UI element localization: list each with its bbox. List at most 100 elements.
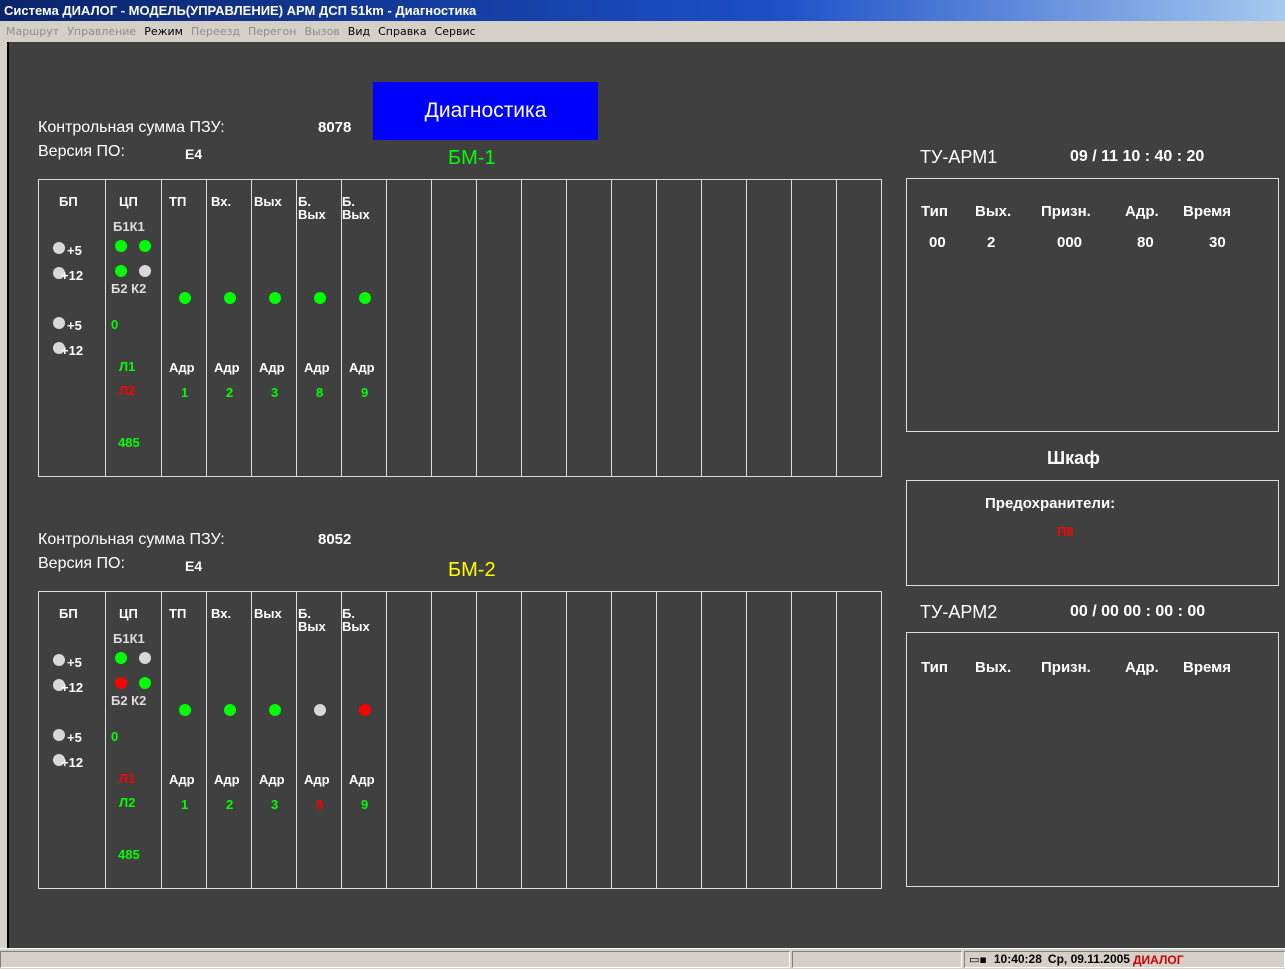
bm2-module-dot-4: [359, 704, 371, 716]
bm1-power-dot-0: [53, 242, 65, 254]
bm2-version-label: Версия ПО:: [38, 555, 125, 572]
bm1-cp-dot-3: [139, 265, 151, 277]
menu-bar: Маршрут Управление Режим Переезд Перегон Вызо…: [0, 21, 1285, 42]
bm1-addr-4: 9: [361, 385, 369, 400]
network-icon[interactable]: ▭▪: [965, 953, 991, 966]
tu1-val-sign: 000: [1057, 234, 1083, 251]
bm1-module-dot-2: [269, 292, 281, 304]
bm2-grid-col-15: [791, 592, 792, 888]
system-tray: ▭▪ 10:40:28 Ср, 09.11.2005 ДИАЛОГ: [964, 951, 1285, 968]
bm2-grid-col-0: [105, 592, 106, 888]
bm1-header-2: ТП: [169, 194, 187, 209]
bm1-grid: БП ЦП ТП Вх. Вых Б. Вых Б. Вых +5 +12 +5 +12 Б1К1 Б2…: [38, 179, 882, 477]
bm1-adr-label-0: Адр: [169, 360, 195, 375]
bm2-cp-dot-3: [139, 677, 151, 689]
bm2-adr-label-2: Адр: [259, 772, 285, 787]
tu-arm2-time: 00 / 00 00 : 00 : 00: [1070, 603, 1206, 620]
bm2-cp-top: Б1К1: [113, 631, 145, 646]
tu2-col-type: Тип: [921, 659, 948, 676]
bm2-grid-col-1: [161, 592, 162, 888]
bm1-addr-1: 2: [226, 385, 234, 400]
bm2-module-dot-3: [314, 704, 326, 716]
tu1-col-addr: Адр.: [1125, 203, 1159, 220]
tu1-col-type: Тип: [921, 203, 948, 220]
tray-clock[interactable]: 10:40:28: [991, 952, 1045, 967]
bm1-header-4: Вых: [254, 194, 282, 209]
status-pane-main: [0, 951, 790, 968]
bm1-checksum-label: Контрольная сумма ПЗУ:: [38, 119, 225, 136]
bm2-version-value: E4: [185, 558, 203, 574]
bm1-module-dot-0: [179, 292, 191, 304]
bm1-version-value: E4: [185, 146, 203, 162]
bm1-header-5: Б. Вых: [298, 194, 326, 222]
bm1-power-label-2: +5: [67, 318, 82, 333]
diagnostics-button[interactable]: Диагностика: [373, 82, 598, 140]
bm1-cp-bottom: Б2 К2: [111, 281, 147, 296]
window-title: Система ДИАЛОГ - МОДЕЛЬ(УПРАВЛЕНИЕ) АРМ …: [0, 0, 1285, 21]
bm1-addr-0: 1: [181, 385, 189, 400]
tu-arm1-title: ТУ-АРМ1: [920, 147, 998, 167]
menu-0[interactable]: Маршрут: [2, 21, 63, 42]
bm1-grid-col-13: [701, 180, 702, 476]
bm1-cp-zero: 0: [111, 317, 119, 332]
bm1-adr-label-4: Адр: [349, 360, 375, 375]
menu-1[interactable]: Управление: [63, 21, 140, 42]
bm1-grid-col-6: [386, 180, 387, 476]
bm1-grid-col-15: [791, 180, 792, 476]
bm1-rs485: 485: [118, 435, 140, 450]
tu1-val-addr: 80: [1137, 234, 1154, 251]
bm2-addr-1: 2: [226, 797, 234, 812]
bm2-module-dot-0: [179, 704, 191, 716]
bm2-module-dot-1: [224, 704, 236, 716]
bm2-addr-2: 3: [271, 797, 279, 812]
bm2-rs485: 485: [118, 847, 140, 862]
tu-arm1-panel: Тип Вых. Призн. Адр. Время 00 2 000 80 3…: [906, 178, 1279, 432]
bm1-addr-2: 3: [271, 385, 279, 400]
bm2-addr-4: 9: [361, 797, 369, 812]
menu-3[interactable]: Переезд: [187, 21, 244, 42]
bm1-grid-col-10: [566, 180, 567, 476]
menu-7[interactable]: Справка: [374, 21, 430, 42]
bm1-cp-dot-0: [115, 240, 127, 252]
bm1-grid-col-4: [296, 180, 297, 476]
bm1-grid-col-12: [656, 180, 657, 476]
bm1-power-label-3: +12: [61, 343, 84, 358]
bm1-grid-col-9: [521, 180, 522, 476]
bm1-power-label-0: +5: [67, 243, 82, 258]
bm1-grid-col-0: [105, 180, 106, 476]
bm2-power-label-2: +5: [67, 730, 82, 745]
menu-5[interactable]: Вызов: [300, 21, 343, 42]
bm2-adr-label-4: Адр: [349, 772, 375, 787]
bm1-header-6: Б. Вых: [342, 194, 370, 222]
bm2-grid-col-7: [431, 592, 432, 888]
bm1-power-label-1: +12: [61, 268, 84, 283]
bm1-header-1: ЦП: [119, 194, 138, 209]
tu2-col-out: Вых.: [975, 659, 1012, 676]
bm1-header-0: БП: [59, 194, 78, 209]
bm2-power-dot-0: [53, 654, 65, 666]
menu-8[interactable]: Сервис: [431, 21, 480, 42]
bm1-adr-label-2: Адр: [259, 360, 285, 375]
bm1-power-dot-2: [53, 317, 65, 329]
bm2-power-label-0: +5: [67, 655, 82, 670]
bm2-grid-col-8: [476, 592, 477, 888]
tu1-col-sign: Призн.: [1041, 203, 1091, 220]
bm1-grid-col-11: [611, 180, 612, 476]
tu2-col-addr: Адр.: [1125, 659, 1159, 676]
bm2-checksum-value: 8052: [318, 531, 352, 548]
bm1-grid-col-8: [476, 180, 477, 476]
status-pane-2: [792, 951, 962, 968]
bm2-adr-label-3: Адр: [304, 772, 330, 787]
menu-4[interactable]: Перегон: [244, 21, 301, 42]
bm2-cp-dot-2: [115, 677, 127, 689]
bm2-cp-bottom: Б2 К2: [111, 693, 147, 708]
fuse-p6: П6: [1057, 524, 1074, 539]
bm2-cp-zero: 0: [111, 729, 119, 744]
bm2-header-3: Вх.: [211, 606, 232, 621]
bm2-title: БМ-2: [448, 559, 496, 581]
menu-2[interactable]: Режим: [140, 21, 187, 42]
dialog-logo: ДИАЛОГ: [1132, 952, 1184, 967]
bm1-module-dot-1: [224, 292, 236, 304]
bm2-module-dot-2: [269, 704, 281, 716]
menu-6[interactable]: Вид: [344, 21, 374, 42]
